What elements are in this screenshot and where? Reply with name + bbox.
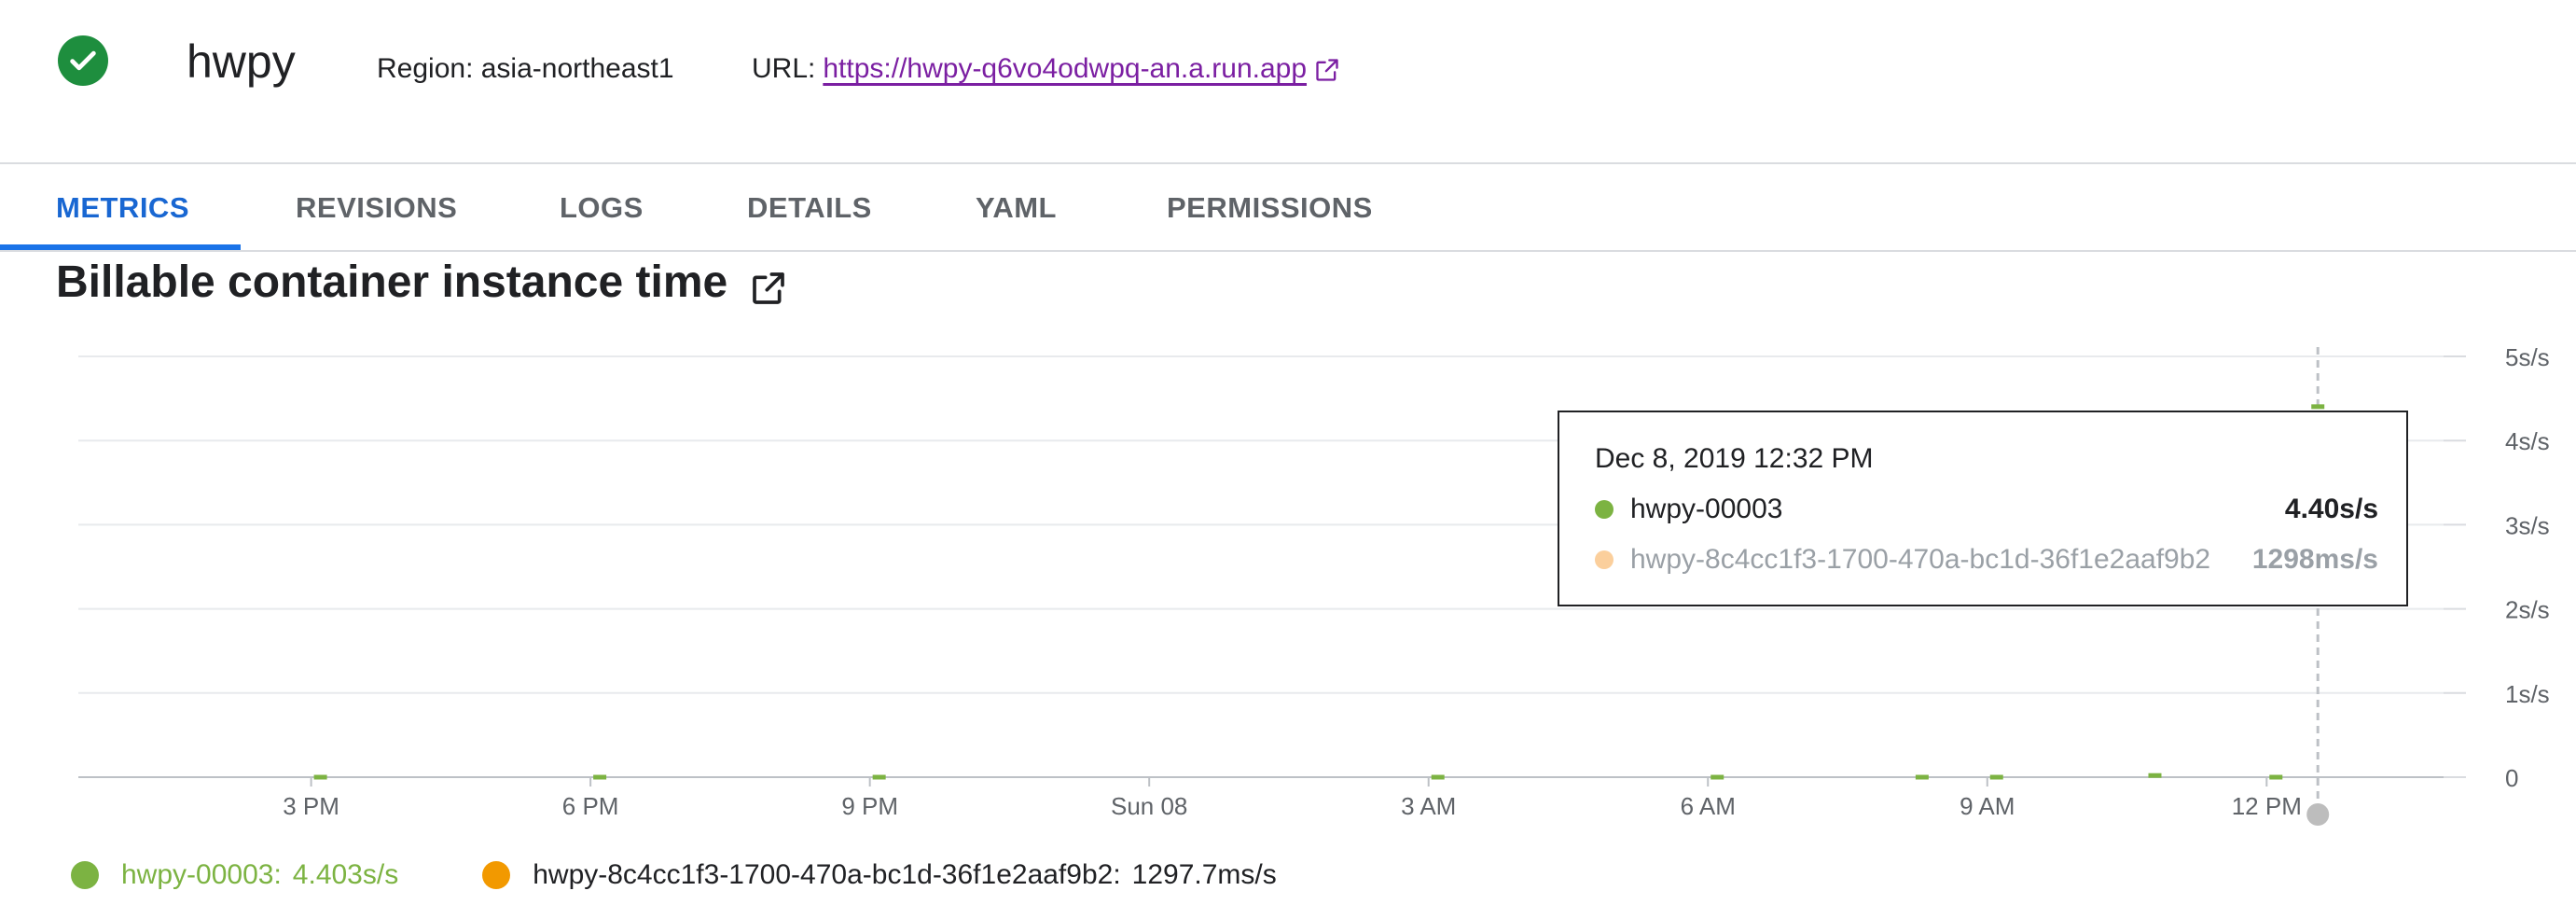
active-tab-indicator <box>0 244 241 250</box>
chart-title-text: Billable container instance time <box>56 258 728 307</box>
tab-bar: METRICS REVISIONS LOGS DETAILS YAML PERM… <box>0 162 2576 252</box>
y-tick-label: 5s/s <box>2505 343 2550 371</box>
legend-item[interactable]: hwpy-8c4cc1f3-1700-470a-bc1d-36f1e2aaf9b… <box>482 859 1277 891</box>
y-tick-label: 4s/s <box>2505 427 2550 455</box>
tooltip-series-name: hwpy-00003 <box>1630 494 1783 524</box>
chart-tooltip: Dec 8, 2019 12:32 PM hwpy-00003 4.40s/s … <box>1558 411 2408 606</box>
chart-title: Billable container instance time <box>56 254 787 312</box>
x-tick-label: 9 PM <box>841 792 898 820</box>
x-tick-label: 9 AM <box>1960 792 2015 820</box>
tooltip-row: hwpy-8c4cc1f3-1700-470a-bc1d-36f1e2aaf9b… <box>1595 541 2378 578</box>
tab-details[interactable]: DETAILS <box>747 164 872 252</box>
x-tick-label: 6 AM <box>1681 792 1736 820</box>
chart-legend: hwpy-00003: 4.403s/s hwpy-8c4cc1f3-1700-… <box>71 856 1361 894</box>
url-label: URL: <box>752 53 816 84</box>
tab-permissions[interactable]: PERMISSIONS <box>1167 164 1373 252</box>
tooltip-series-name: hwpy-8c4cc1f3-1700-470a-bc1d-36f1e2aaf9b… <box>1630 544 2211 575</box>
y-tick-label: 1s/s <box>2505 680 2550 708</box>
y-tick-label: 0 <box>2505 764 2518 792</box>
x-tick-label: 6 PM <box>562 792 619 820</box>
x-tick-label: 3 AM <box>1401 792 1456 820</box>
tab-revisions[interactable]: REVISIONS <box>296 164 457 252</box>
series-dot <box>1595 550 1613 569</box>
service-url: URL: https://hwpy-q6vo4odwpq-an.a.run.ap… <box>752 50 1340 88</box>
tooltip-series-value: 4.40s/s <box>2284 494 2378 524</box>
cursor-handle <box>2306 803 2330 826</box>
tab-yaml[interactable]: YAML <box>976 164 1057 252</box>
legend-series-value: 4.403s/s <box>292 859 399 890</box>
service-name: hwpy <box>187 35 296 88</box>
legend-series-value: 1297.7ms/s <box>1131 859 1277 890</box>
external-link-icon[interactable] <box>1314 56 1340 82</box>
check-circle-icon <box>58 35 108 86</box>
legend-dot <box>482 861 511 889</box>
tab-metrics[interactable]: METRICS <box>56 164 189 252</box>
x-tick-label: 3 PM <box>283 792 339 820</box>
tooltip-series-value: 1298ms/s <box>2251 544 2378 575</box>
tooltip-date: Dec 8, 2019 12:32 PM <box>1595 443 1874 474</box>
x-tick-label: Sun 08 <box>1111 792 1187 820</box>
region-label: Region: asia-northeast1 <box>377 53 674 84</box>
legend-item[interactable]: hwpy-00003: 4.403s/s <box>71 859 398 891</box>
legend-series-name: hwpy-8c4cc1f3-1700-470a-bc1d-36f1e2aaf9b… <box>533 859 1121 890</box>
y-tick-label: 3s/s <box>2505 511 2550 539</box>
tab-logs[interactable]: LOGS <box>560 164 644 252</box>
external-link-icon[interactable] <box>750 264 787 304</box>
x-tick-label: 12 PM <box>2232 792 2302 820</box>
y-tick-label: 2s/s <box>2505 596 2550 624</box>
series-dot <box>1595 500 1613 519</box>
service-url-link[interactable]: https://hwpy-q6vo4odwpq-an.a.run.app <box>823 50 1307 88</box>
tooltip-row: hwpy-00003 4.40s/s <box>1595 491 2378 528</box>
legend-series-name: hwpy-00003: <box>121 859 282 890</box>
legend-dot <box>71 861 99 889</box>
